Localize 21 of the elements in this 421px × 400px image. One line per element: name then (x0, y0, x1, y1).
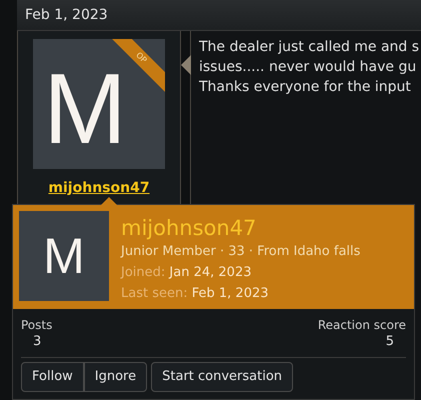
username-link[interactable]: mijohnson47 (48, 178, 150, 199)
stat-value: 3 (32, 333, 42, 351)
message-text: Thanks everyone for the input (199, 78, 411, 97)
message-text: The dealer just called me and s (199, 38, 420, 57)
action-button[interactable]: Start conversation (151, 362, 294, 392)
fact-label: Joined: (121, 265, 166, 280)
avatar[interactable]: M OP (33, 39, 165, 169)
fact-label: Last seen: (121, 286, 188, 301)
fact-value: Feb 1, 2023 (192, 286, 269, 301)
action-button[interactable]: Follow (21, 362, 84, 392)
avatar-letter: M (43, 72, 127, 146)
message-text: issues..... never would have gu (199, 58, 416, 77)
member-info: Junior Member · 33 · From Idaho falls (121, 243, 360, 261)
stat-label: Reaction score (318, 317, 406, 333)
fact-value: Jan 24, 2023 (169, 265, 252, 280)
stat-label: Posts (21, 317, 54, 333)
stat-value: 5 (384, 333, 395, 351)
action-button[interactable]: Ignore (84, 362, 148, 392)
pointer-icon (181, 55, 191, 75)
avatar[interactable]: M (19, 211, 109, 301)
post-date: Feb 1, 2023 (25, 7, 108, 23)
